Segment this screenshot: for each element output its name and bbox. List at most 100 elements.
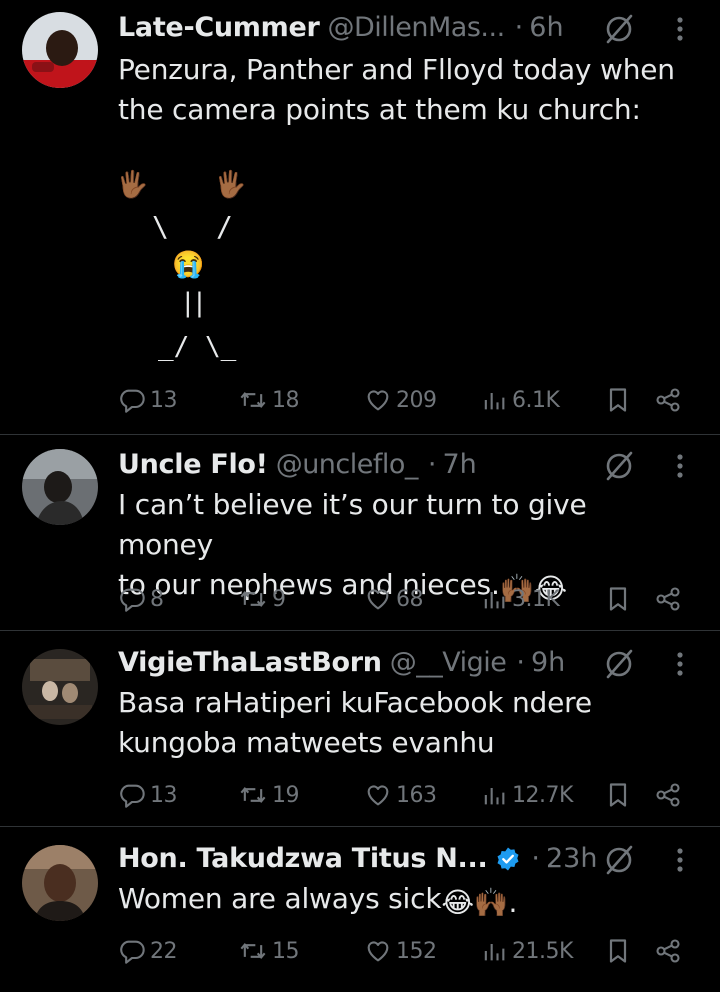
views-count: 3.1K [512, 586, 560, 612]
share-button[interactable] [654, 382, 686, 418]
crying-face-emoji: 😭 [172, 250, 205, 280]
repost-button[interactable]: 19 [238, 777, 300, 813]
views-count: 6.1K [512, 387, 560, 413]
tweet-3[interactable]: VigieThaLastBorn @__Vigie · 9h Basa raHa… [0, 631, 720, 825]
repost-icon [238, 937, 268, 965]
share-icon [654, 781, 682, 809]
like-button[interactable]: 209 [364, 382, 437, 418]
tweet-text-line: the camera points at them ku church: [118, 93, 641, 126]
avatar[interactable] [22, 845, 98, 921]
display-name[interactable]: Uncle Flo! [118, 447, 268, 483]
tweet-1[interactable]: Late-Cummer @DillenMas... · 6h Penzura, … [0, 0, 720, 432]
repost-count: 9 [272, 586, 286, 612]
reply-count: 13 [150, 782, 178, 808]
repost-button[interactable]: 18 [238, 382, 300, 418]
tweet-actions: 13 18 209 6.1K [118, 382, 698, 418]
user-handle[interactable]: @__Vigie [390, 645, 507, 681]
tweet-text-line: Penzura, Panther and Flloyd today when [118, 53, 675, 86]
views-icon [480, 781, 508, 809]
tweet-actions: 22 15 152 21.5K [118, 933, 698, 969]
bookmark-icon [604, 585, 632, 613]
tweet-actions: 13 19 163 12.7K [118, 777, 698, 813]
repost-icon [238, 386, 268, 414]
avatar[interactable] [22, 649, 98, 725]
tweet-4[interactable]: Hon. Takudzwa Titus N... · 23h Women are… [0, 827, 720, 992]
views-button[interactable]: 21.5K [480, 933, 573, 969]
timestamp[interactable]: 7h [443, 447, 477, 483]
grok-icon[interactable] [602, 843, 636, 877]
like-count: 152 [396, 938, 437, 964]
display-name[interactable]: Late-Cummer [118, 10, 320, 46]
user-handle[interactable]: @DillenMas... [327, 10, 505, 46]
like-icon [364, 937, 392, 965]
repost-button[interactable]: 9 [238, 581, 286, 617]
reply-icon [118, 781, 146, 809]
views-count: 12.7K [512, 782, 573, 808]
avatar[interactable] [22, 12, 98, 88]
emoji: 😂🙌🏾. [441, 886, 518, 919]
hand-emoji-right: 🖐🏾 [214, 170, 247, 200]
reply-button[interactable]: 13 [118, 777, 178, 813]
repost-button[interactable]: 15 [238, 933, 300, 969]
share-button[interactable] [654, 777, 686, 813]
reply-count: 22 [150, 938, 178, 964]
views-icon [480, 937, 508, 965]
timestamp[interactable]: 9h [531, 645, 565, 681]
repost-count: 19 [272, 782, 300, 808]
bookmark-button[interactable] [604, 933, 636, 969]
more-icon[interactable] [670, 843, 690, 877]
ascii-legs: _/ \_ [158, 332, 237, 362]
repost-icon [238, 781, 268, 809]
reply-button[interactable]: 8 [118, 581, 164, 617]
user-handle[interactable]: @uncleflo_ [276, 447, 419, 483]
like-icon [364, 386, 392, 414]
tweet-text: Penzura, Panther and Flloyd today when t… [118, 50, 690, 130]
separator: · [427, 449, 437, 480]
tweet-text: Basa raHatiperi kuFacebook ndere kungoba… [118, 683, 690, 763]
timestamp[interactable]: 23h [546, 841, 597, 877]
bookmark-button[interactable] [604, 777, 636, 813]
reply-button[interactable]: 13 [118, 382, 178, 418]
tweet-2[interactable]: Uncle Flo! @uncleflo_ · 7h I can’t belie… [0, 435, 720, 629]
ascii-body: || [180, 288, 207, 318]
share-button[interactable] [654, 581, 686, 617]
bookmark-button[interactable] [604, 382, 636, 418]
views-button[interactable]: 6.1K [480, 382, 560, 418]
share-icon [654, 585, 682, 613]
reply-icon [118, 937, 146, 965]
separator: · [531, 843, 540, 874]
like-button[interactable]: 152 [364, 933, 437, 969]
views-button[interactable]: 12.7K [480, 777, 573, 813]
display-name[interactable]: VigieThaLastBorn [118, 645, 382, 681]
reply-button[interactable]: 22 [118, 933, 178, 969]
reply-count: 13 [150, 387, 178, 413]
like-button[interactable]: 68 [364, 581, 424, 617]
like-count: 68 [396, 586, 424, 612]
share-icon [654, 937, 682, 965]
grok-icon[interactable] [602, 449, 636, 483]
display-name[interactable]: Hon. Takudzwa Titus N... [118, 841, 488, 877]
like-icon [364, 781, 392, 809]
ascii-arm-right: / [216, 210, 233, 243]
views-icon [480, 585, 508, 613]
tweet-actions: 8 9 68 3.1K [118, 581, 698, 617]
bookmark-button[interactable] [604, 581, 636, 617]
bookmark-icon [604, 937, 632, 965]
share-button[interactable] [654, 933, 686, 969]
grok-icon[interactable] [602, 12, 636, 46]
views-button[interactable]: 3.1K [480, 581, 560, 617]
tweet-text-line: I can’t believe it’s our turn to give mo… [118, 488, 596, 561]
more-icon[interactable] [670, 449, 690, 483]
share-icon [654, 386, 682, 414]
reply-icon [118, 585, 146, 613]
tweet-text-line: kungoba matweets evanhu [118, 726, 495, 759]
views-icon [480, 386, 508, 414]
tweet-text-line: Basa raHatiperi kuFacebook ndere [118, 686, 592, 719]
timestamp[interactable]: 6h [529, 10, 563, 46]
more-icon[interactable] [670, 647, 690, 681]
more-icon[interactable] [670, 12, 690, 46]
avatar[interactable] [22, 449, 98, 525]
like-button[interactable]: 163 [364, 777, 437, 813]
grok-icon[interactable] [602, 647, 636, 681]
tweet-text: Women are always sick😂🙌🏾. [118, 879, 690, 923]
